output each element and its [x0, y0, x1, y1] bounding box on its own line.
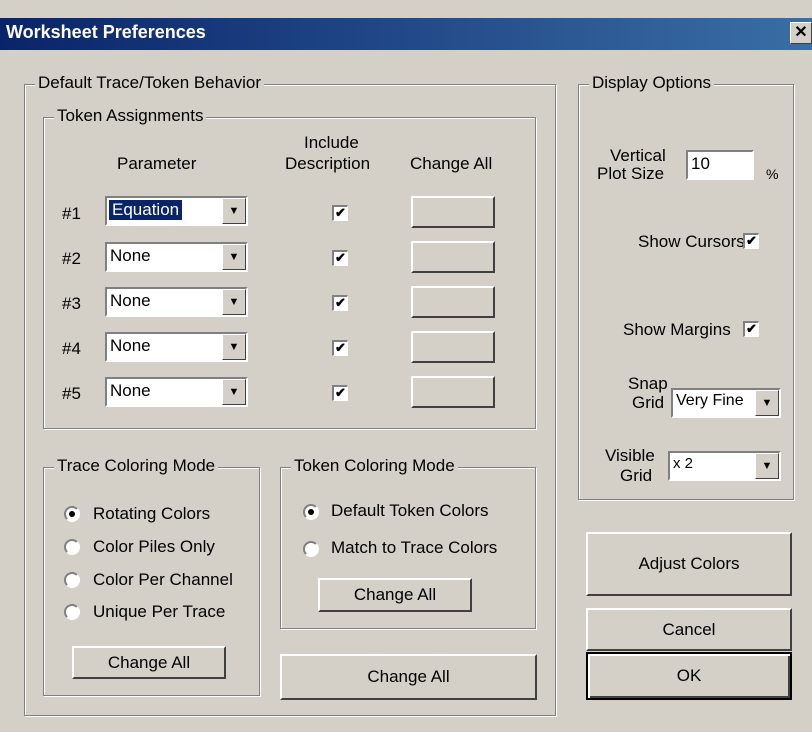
visible-grid-label-1: Visible — [605, 446, 655, 465]
snap-grid-select[interactable]: Very Fine ▼ — [671, 388, 781, 418]
title-bar[interactable]: Worksheet Preferences ✕ — [0, 18, 812, 50]
percent-unit: % — [766, 166, 779, 182]
parameter-select-2[interactable]: None ▼ — [105, 242, 248, 272]
parameter-value: None — [110, 381, 151, 400]
chevron-down-icon[interactable]: ▼ — [222, 198, 246, 224]
row-label: #4 — [62, 339, 81, 358]
visible-grid-select[interactable]: x 2 ▼ — [668, 451, 781, 481]
snap-grid-label-1: Snap — [628, 374, 668, 393]
visible-grid-value: x 2 — [673, 455, 694, 472]
color-per-channel-label[interactable]: Color Per Channel — [93, 570, 233, 590]
default-token-colors-radio[interactable] — [303, 504, 319, 520]
color-piles-only-label[interactable]: Color Piles Only — [93, 537, 215, 557]
color-per-channel-radio[interactable] — [64, 572, 80, 588]
ok-button[interactable]: OK — [586, 652, 792, 700]
close-button[interactable]: ✕ — [790, 22, 812, 44]
token-coloring-mode-legend: Token Coloring Mode — [291, 456, 458, 476]
rotating-colors-radio[interactable] — [64, 506, 80, 522]
row-label: #1 — [62, 204, 81, 223]
parameter-header: Parameter — [117, 154, 197, 173]
parameter-select-5[interactable]: None ▼ — [105, 377, 248, 407]
parameter-value: None — [110, 291, 151, 310]
chevron-down-icon[interactable]: ▼ — [755, 390, 779, 416]
snap-grid-value: Very Fine — [676, 392, 744, 409]
include-description-checkbox-2[interactable]: ✔ — [332, 250, 348, 266]
snap-grid-label-2: Grid — [632, 393, 665, 412]
trace-coloring-mode-legend: Trace Coloring Mode — [54, 456, 219, 476]
adjust-colors-button[interactable]: Adjust Colors — [586, 532, 792, 596]
trace-change-all-button[interactable]: Change All — [72, 646, 226, 679]
include-header-line1: Include — [304, 133, 359, 152]
include-header-line2: Description — [285, 154, 371, 173]
include-description-checkbox-5[interactable]: ✔ — [332, 385, 348, 401]
parameter-select-3[interactable]: None ▼ — [105, 287, 248, 317]
window-title: Worksheet Preferences — [6, 22, 206, 42]
chevron-down-icon[interactable]: ▼ — [222, 244, 246, 270]
change-all-button[interactable]: Change All — [280, 654, 537, 700]
vertical-plot-size-label-1: Vertical — [610, 146, 666, 165]
show-margins-label[interactable]: Show Margins — [623, 320, 731, 340]
close-icon: ✕ — [794, 24, 808, 41]
change-all-row-button-2[interactable] — [411, 241, 495, 273]
rotating-colors-label[interactable]: Rotating Colors — [93, 504, 210, 524]
match-to-trace-colors-radio[interactable] — [303, 541, 319, 557]
vertical-plot-size-label-2: Plot Size — [597, 164, 665, 183]
row-label: #3 — [62, 294, 81, 313]
token-assignments-legend: Token Assignments — [54, 106, 207, 126]
default-token-colors-label[interactable]: Default Token Colors — [331, 501, 489, 521]
chevron-down-icon[interactable]: ▼ — [222, 379, 246, 405]
unique-per-trace-radio[interactable] — [64, 604, 80, 620]
default-trace-token-legend: Default Trace/Token Behavior — [35, 73, 265, 93]
include-description-checkbox-4[interactable]: ✔ — [332, 340, 348, 356]
row-label: #2 — [62, 249, 81, 268]
visible-grid-label-2: Grid — [620, 466, 653, 485]
chevron-down-icon[interactable]: ▼ — [755, 453, 779, 479]
match-to-trace-colors-label[interactable]: Match to Trace Colors — [331, 538, 497, 558]
chevron-down-icon[interactable]: ▼ — [222, 334, 246, 360]
cancel-button[interactable]: Cancel — [586, 608, 792, 651]
parameter-value: None — [110, 246, 151, 265]
parameter-select-1[interactable]: Equation ▼ — [105, 196, 248, 226]
display-options-legend: Display Options — [589, 73, 715, 93]
change-all-row-button-1[interactable] — [411, 196, 495, 228]
change-all-row-button-5[interactable] — [411, 376, 495, 408]
include-description-checkbox-1[interactable]: ✔ — [332, 205, 348, 221]
show-cursors-label[interactable]: Show Cursors — [638, 232, 745, 252]
unique-per-trace-label[interactable]: Unique Per Trace — [93, 602, 225, 622]
parameter-select-4[interactable]: None ▼ — [105, 332, 248, 362]
show-cursors-checkbox[interactable]: ✔ — [743, 233, 759, 249]
change-all-row-button-4[interactable] — [411, 331, 495, 363]
show-margins-checkbox[interactable]: ✔ — [743, 321, 759, 337]
chevron-down-icon[interactable]: ▼ — [222, 289, 246, 315]
parameter-value: Equation — [109, 200, 183, 220]
row-label: #5 — [62, 384, 81, 403]
change-all-row-button-3[interactable] — [411, 286, 495, 318]
vertical-plot-size-input[interactable]: 10 — [686, 150, 754, 180]
token-change-all-button[interactable]: Change All — [318, 578, 472, 612]
parameter-value: None — [110, 336, 151, 355]
color-piles-only-radio[interactable] — [64, 539, 80, 555]
include-description-checkbox-3[interactable]: ✔ — [332, 295, 348, 311]
worksheet-preferences-dialog: Worksheet Preferences ✕ Default Trace/To… — [0, 0, 812, 732]
change-all-header: Change All — [410, 154, 493, 173]
